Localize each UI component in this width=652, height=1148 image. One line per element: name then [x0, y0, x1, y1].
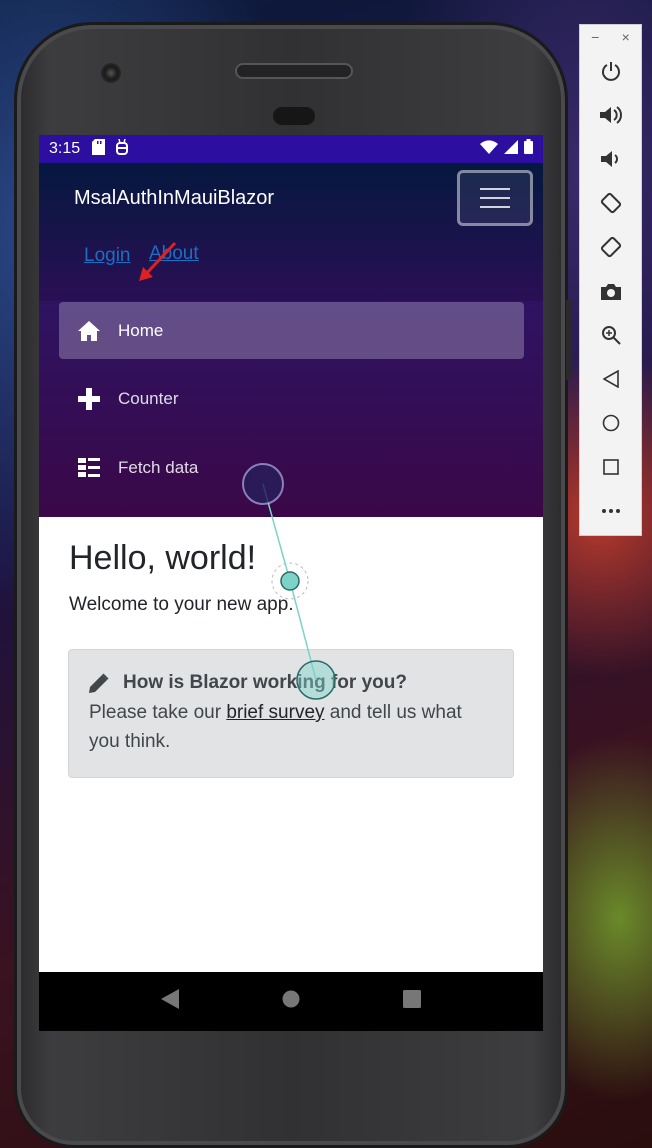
home-icon: [77, 319, 101, 343]
overview-icon: [602, 459, 619, 475]
home-button[interactable]: [580, 403, 641, 443]
camera-icon: [600, 283, 621, 300]
nav-item-fetch-data[interactable]: Fetch data: [59, 439, 524, 496]
nav-item-home[interactable]: Home: [59, 302, 524, 359]
welcome-text: Welcome to your new app.: [69, 594, 294, 615]
zoom-button[interactable]: [580, 315, 641, 355]
close-button[interactable]: ×: [622, 29, 630, 45]
volume-up-icon: [599, 106, 622, 124]
nav-item-counter[interactable]: Counter: [59, 370, 524, 427]
wifi-icon: [480, 139, 498, 159]
hamburger-line: [480, 197, 510, 199]
back-button[interactable]: [580, 359, 641, 399]
minimize-button[interactable]: −: [591, 29, 599, 45]
nav-menu: Home Counter Fetch data: [39, 301, 543, 517]
sd-card-icon: [92, 138, 106, 160]
status-time: 3:15: [49, 140, 81, 157]
survey-prompt: How is Blazor working for you? Please ta…: [68, 649, 514, 778]
volume-down-icon: [600, 151, 618, 167]
hamburger-line: [480, 206, 510, 208]
battery-icon: [524, 139, 533, 159]
rotate-right-button[interactable]: [580, 227, 641, 267]
pencil-icon: [89, 673, 109, 693]
list-icon: [77, 456, 101, 480]
more-icon: [601, 509, 620, 513]
volume-up-button[interactable]: [580, 95, 641, 135]
main-content: Hello, world! Welcome to your new app. H…: [39, 517, 543, 972]
nav-item-label: Counter: [118, 388, 179, 408]
system-nav-bar: [39, 972, 543, 1031]
home-icon: [602, 414, 619, 432]
survey-text-before: Please take our: [89, 702, 227, 723]
annotation-arrow-icon: [139, 241, 177, 281]
page-title: Hello, world!: [69, 539, 257, 577]
nav-item-label: Fetch data: [118, 457, 199, 477]
signal-icon: [504, 139, 518, 159]
home-circle-icon[interactable]: [282, 990, 300, 1013]
zoom-icon: [601, 326, 621, 345]
front-camera: [101, 63, 121, 83]
emulator-toolbar: − ×: [579, 24, 642, 536]
app-title[interactable]: MsalAuthInMauiBlazor: [74, 187, 274, 210]
status-bar: 3:15: [39, 135, 543, 163]
recents-icon[interactable]: [403, 990, 422, 1013]
login-link[interactable]: Login: [84, 245, 131, 267]
rotate-right-icon: [600, 236, 621, 258]
android-debug-icon: [115, 138, 129, 160]
rotate-left-icon: [600, 192, 621, 214]
more-button[interactable]: [580, 491, 641, 531]
power-icon: [601, 62, 620, 81]
survey-title: How is Blazor working for you?: [123, 672, 407, 693]
app-top-row: MsalAuthInMauiBlazor Login About: [39, 163, 543, 301]
survey-link[interactable]: brief survey: [226, 702, 324, 723]
overview-button[interactable]: [580, 447, 641, 487]
side-button: [566, 300, 572, 380]
menu-toggle-button[interactable]: [457, 170, 533, 226]
hamburger-icon: [480, 188, 510, 190]
rotate-left-button[interactable]: [580, 183, 641, 223]
plus-icon: [77, 387, 101, 411]
earpiece-speaker: [237, 65, 351, 77]
volume-down-button[interactable]: [580, 139, 641, 179]
proximity-sensor: [273, 107, 315, 125]
back-icon[interactable]: [160, 989, 179, 1014]
power-button[interactable]: [580, 51, 641, 91]
nav-item-label: Home: [118, 320, 164, 340]
device-screen: 3:15 MsalAuthInMauiBlazor Login About Ho…: [39, 135, 543, 1031]
screenshot-button[interactable]: [580, 271, 641, 311]
back-icon: [602, 370, 619, 388]
